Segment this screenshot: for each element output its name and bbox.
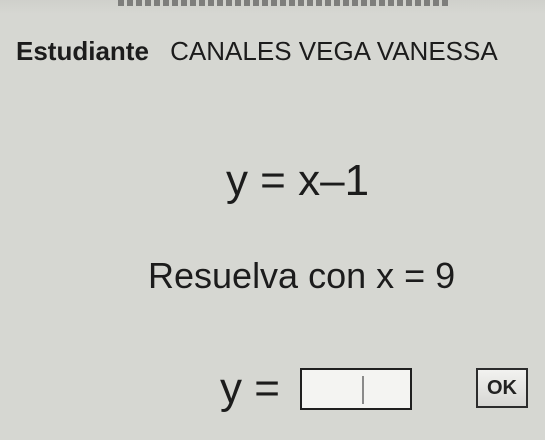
answer-input[interactable] [299,368,412,410]
text-caret [361,376,364,404]
top-cropped-header [0,0,545,14]
student-name: CANALES VEGA VANESSA [170,36,498,66]
answer-prefix: y = [220,364,280,413]
cropped-text-fragment [118,0,448,6]
instruction-text: Resuelva con x = 9 [148,255,456,296]
answer-row: y = [220,362,412,416]
ok-button[interactable]: OK [476,368,528,408]
student-info: Estudiante CANALES VEGA VANESSA [16,34,498,68]
equation: y = x–1 [225,156,370,205]
student-label: Estudiante [16,36,149,66]
